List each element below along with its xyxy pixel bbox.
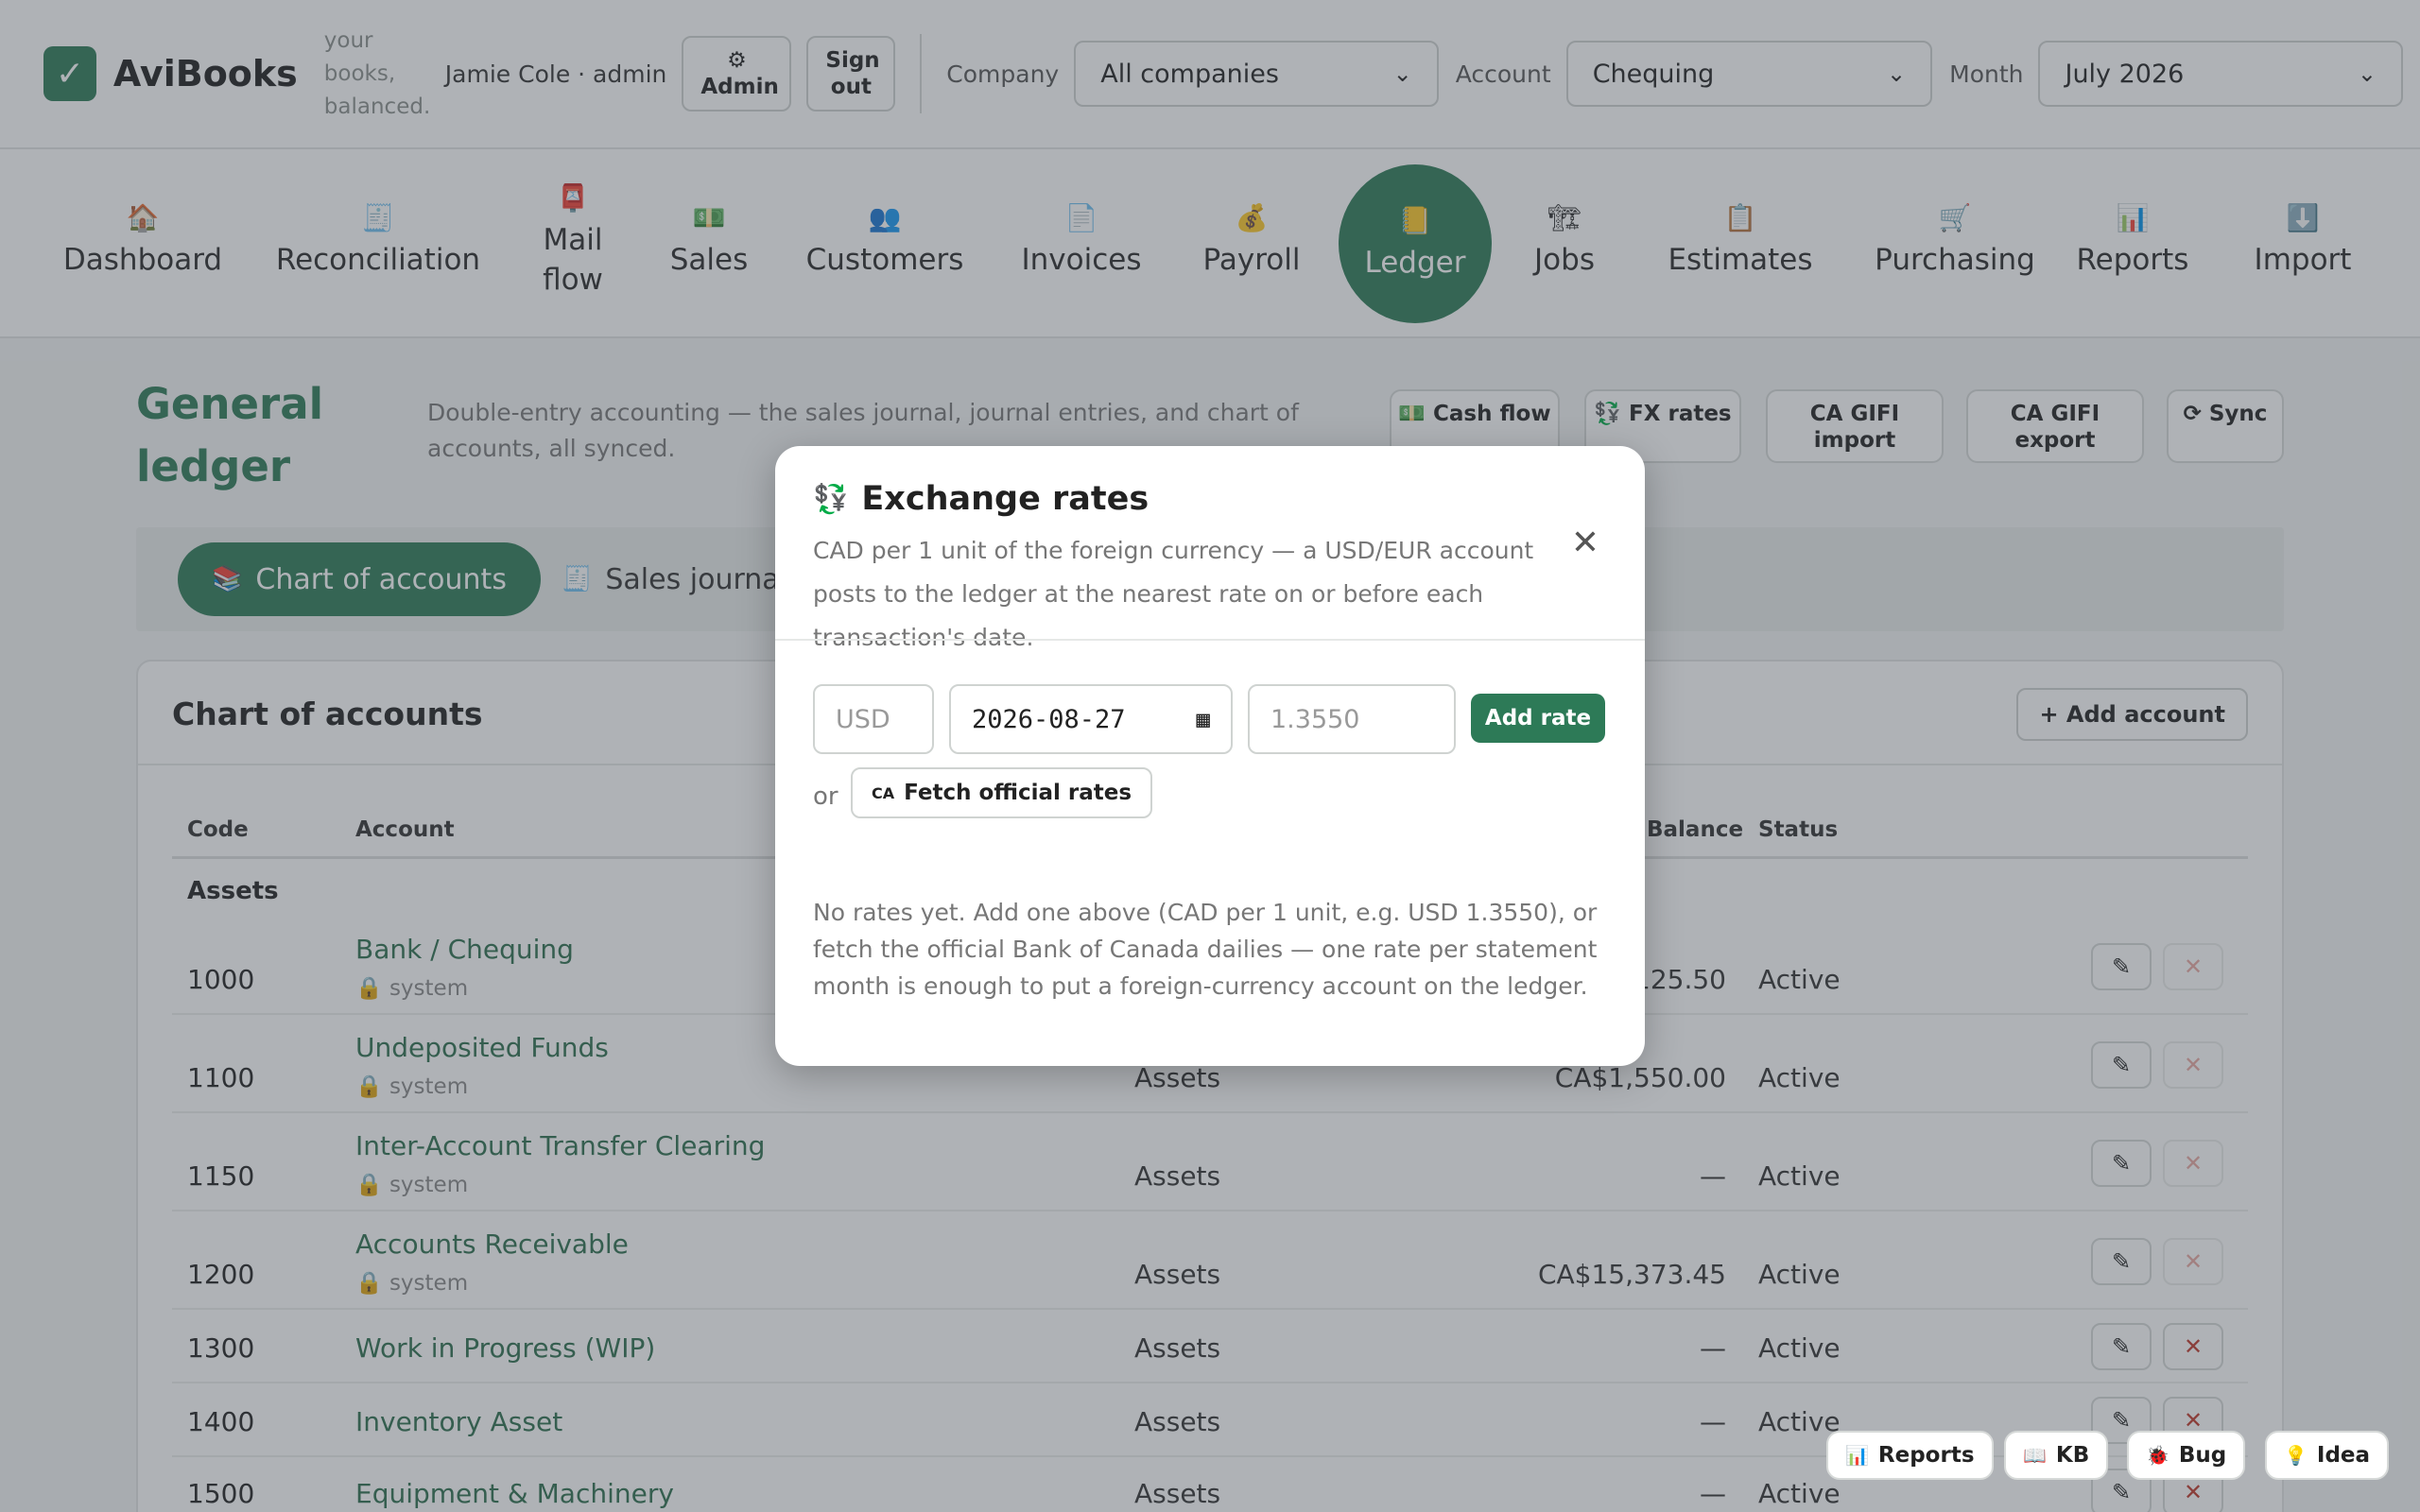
feedback-label: Idea [2316,1443,2371,1468]
canada-flag-icon: CA [872,783,895,802]
bar-chart-icon: 📊 [1845,1444,1869,1467]
exchange-rates-dialog: 💱 Exchange rates CAD per 1 unit of the f… [775,446,1645,1066]
bug-report-button[interactable]: 🐞 Bug [2127,1431,2246,1480]
fetch-label: Fetch official rates [904,781,1132,805]
fetch-official-rates-button[interactable]: CA Fetch official rates [851,767,1153,818]
currency-input[interactable]: USD [813,684,934,754]
feedback-label: Reports [1877,1443,1975,1468]
currency-exchange-icon: 💱 [813,482,849,516]
rate-date-input[interactable]: 2026-08-27 ▦ [949,684,1233,754]
dialog-title-row: 💱 Exchange rates [813,480,1149,518]
reports-feedback-button[interactable]: 📊 Reports [1826,1431,1994,1480]
rate-input[interactable]: 1.3550 [1248,684,1456,754]
currency-placeholder: USD [836,704,890,734]
rate-date-value: 2026-08-27 [972,704,1126,734]
feedback-label: KB [2055,1443,2090,1468]
lightbulb-icon: 💡 [2284,1444,2308,1467]
kb-button[interactable]: 📖 KB [2004,1431,2109,1480]
book-icon: 📖 [2023,1444,2047,1467]
dialog-title: Exchange rates [861,480,1150,518]
calendar-icon[interactable]: ▦ [1197,706,1210,732]
close-icon[interactable]: ✕ [1571,524,1599,562]
divider [775,639,1645,641]
idea-button[interactable]: 💡 Idea [2265,1431,2390,1480]
feedback-label: Bug [2178,1443,2227,1468]
or-label: or [813,782,838,811]
add-rate-button[interactable]: Add rate [1471,694,1605,743]
empty-state-note: No rates yet. Add one above (CAD per 1 u… [813,899,1598,1000]
bug-icon: 🐞 [2146,1444,2169,1467]
rate-placeholder: 1.3550 [1270,704,1360,734]
